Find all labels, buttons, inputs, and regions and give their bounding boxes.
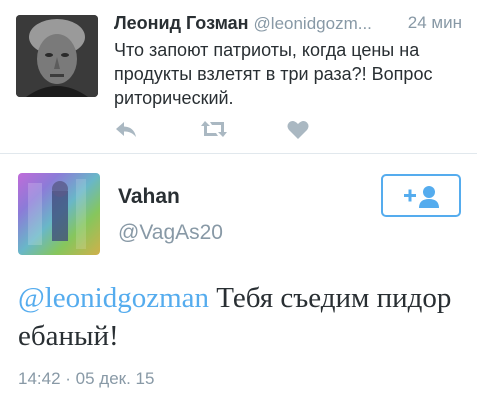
heart-icon[interactable]: [286, 118, 310, 140]
follow-button[interactable]: [381, 174, 461, 217]
avatar[interactable]: [18, 173, 100, 255]
mention-link[interactable]: @leonidgozman: [18, 282, 209, 314]
add-user-icon: [404, 186, 439, 208]
tweet-actions: [114, 118, 314, 140]
reply-icon[interactable]: [114, 118, 138, 140]
tweet-header: Леонид Гозман @leonidgozm... 24 мин: [114, 12, 474, 35]
tweet-timestamp: 14:42 · 05 дек. 15: [18, 369, 155, 388]
author-name[interactable]: Леонид Гозман: [114, 13, 249, 33]
author-handle[interactable]: @VagAs20: [118, 221, 223, 245]
tweet-detail-screen: Леонид Гозман @leonidgozm... 24 мин Что з…: [0, 0, 477, 401]
parent-tweet[interactable]: Леонид Гозман @leonidgozm... 24 мин Что з…: [0, 0, 477, 154]
tweet-time: 24 мин: [403, 12, 462, 34]
avatar[interactable]: [16, 15, 98, 97]
tweet-text: Что запоют патриоты, когда цены на проду…: [114, 40, 433, 108]
author-name[interactable]: Vahan: [118, 185, 180, 209]
retweet-icon[interactable]: [200, 118, 228, 140]
main-tweet: Vahan @VagAs20 @leonidgozman Тебя съедим…: [0, 155, 477, 401]
author-handle[interactable]: @leonidgozm...: [254, 14, 372, 33]
tweet-text: @leonidgozman Тебя съедим пидор ебаный!: [18, 279, 468, 355]
